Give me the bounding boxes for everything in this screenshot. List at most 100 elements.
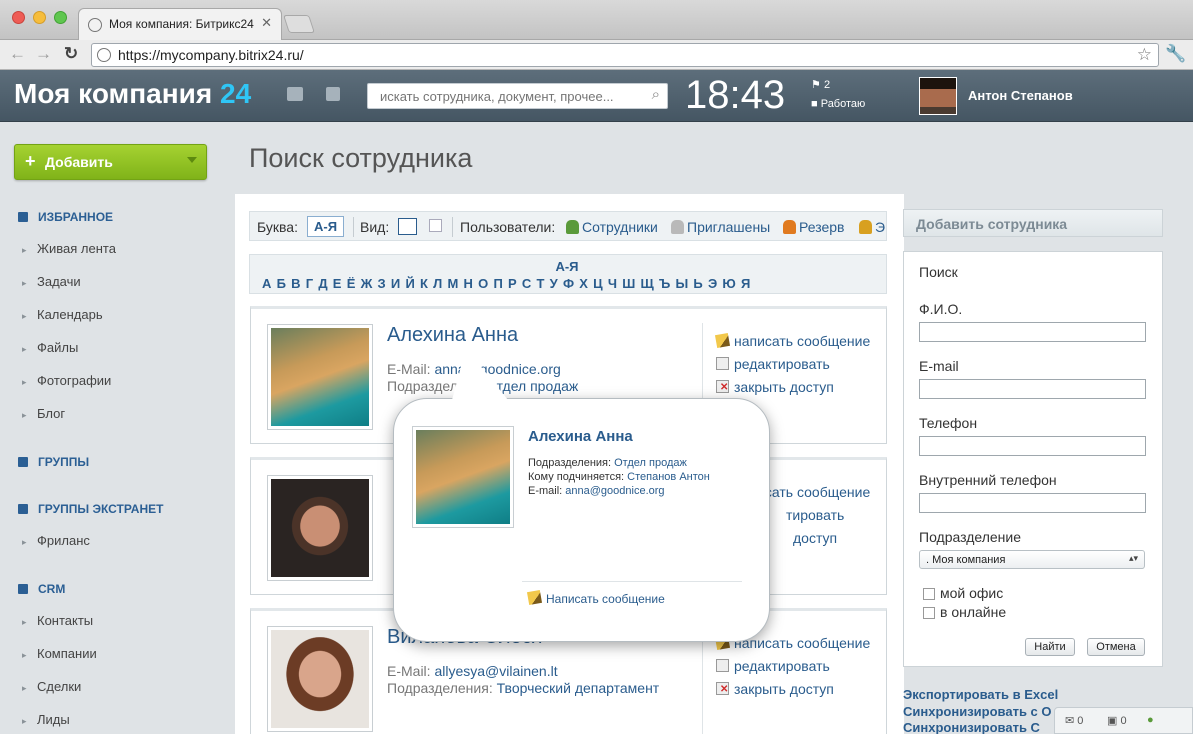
employee-photo[interactable] bbox=[267, 475, 373, 581]
filter-employees[interactable]: Сотрудники bbox=[566, 219, 658, 235]
bookmark-star-icon[interactable]: ☆ bbox=[1137, 45, 1152, 65]
alphabet-all[interactable]: А-Я bbox=[250, 259, 884, 274]
write-message-action[interactable]: написать сообщение bbox=[714, 332, 870, 349]
sync-link[interactable]: Синхронизировать С bbox=[903, 720, 1040, 734]
online-label[interactable]: в онлайне bbox=[940, 604, 1006, 620]
close-access-action[interactable]: закрыть доступ bbox=[716, 379, 834, 395]
divider bbox=[522, 581, 742, 582]
minimize-window-icon[interactable] bbox=[33, 11, 46, 24]
portal-logo[interactable]: Моя компания 24 bbox=[14, 78, 251, 110]
sidebar-item-blog[interactable]: ▸ Блог bbox=[22, 406, 65, 421]
section-crm[interactable]: CRM bbox=[18, 582, 65, 596]
zoom-window-icon[interactable] bbox=[54, 11, 67, 24]
popup-dept[interactable]: Отдел продаж bbox=[614, 457, 687, 469]
header-search: ⌕ bbox=[367, 83, 668, 109]
new-tab-button[interactable] bbox=[283, 15, 315, 33]
employee-email[interactable]: allyesya@vilainen.lt bbox=[434, 663, 557, 679]
user-name[interactable]: Антон Степанов bbox=[968, 88, 1073, 103]
edit-action[interactable]: тировать bbox=[786, 507, 844, 523]
popup-manager[interactable]: Степанов Антон bbox=[627, 471, 710, 483]
cancel-button[interactable]: Отмена bbox=[1087, 638, 1145, 656]
fio-field[interactable] bbox=[919, 322, 1146, 342]
tab-close-icon[interactable]: ✕ bbox=[261, 15, 272, 31]
section-label: ГРУППЫ ЭКСТРАНЕТ bbox=[38, 502, 164, 516]
sidebar-item-freelance[interactable]: ▸ Фриланс bbox=[22, 533, 90, 548]
close-access-action[interactable]: доступ bbox=[793, 530, 837, 546]
popup-manager-label: Кому подчиняется: bbox=[528, 471, 625, 483]
letter-filter-button[interactable]: А-Я bbox=[307, 216, 345, 237]
clock[interactable]: 18:43 bbox=[685, 73, 785, 118]
employee-photo[interactable] bbox=[267, 626, 373, 732]
my-office-label[interactable]: мой офис bbox=[940, 585, 1003, 601]
employee-dept[interactable]: Творческий департамент bbox=[497, 680, 660, 696]
employee-photo[interactable] bbox=[267, 324, 373, 430]
forward-arrow-icon[interactable]: → bbox=[35, 44, 52, 64]
popup-email[interactable]: anna@goodnice.org bbox=[565, 485, 664, 497]
sidebar-item-leads[interactable]: ▸ Лиды bbox=[22, 712, 70, 727]
sidebar-item-label: Сделки bbox=[37, 679, 82, 694]
edit-action[interactable]: редактировать bbox=[716, 356, 830, 372]
back-arrow-icon[interactable]: ← bbox=[9, 44, 26, 64]
sidebar-item-calendar[interactable]: ▸ Календарь bbox=[22, 307, 103, 322]
email-field[interactable] bbox=[919, 379, 1146, 399]
work-status-label: Работаю bbox=[820, 98, 866, 110]
user-icon bbox=[783, 220, 796, 234]
close-access-action[interactable]: закрыть доступ bbox=[716, 681, 834, 697]
filter-invited[interactable]: Приглашены bbox=[671, 219, 770, 235]
sidebar-item-files[interactable]: ▸ Файлы bbox=[22, 340, 78, 355]
add-employee-button[interactable]: Добавить сотрудника bbox=[903, 209, 1163, 237]
info-icon[interactable] bbox=[326, 87, 340, 101]
section-favorites[interactable]: ИЗБРАННОЕ bbox=[18, 210, 113, 224]
sidebar-item-deals[interactable]: ▸ Сделки bbox=[22, 679, 81, 694]
tasks-counter[interactable]: ⚑ 2 bbox=[811, 78, 830, 91]
user-avatar[interactable] bbox=[919, 77, 957, 115]
employee-name[interactable]: Алехина Анна bbox=[387, 324, 518, 347]
online-checkbox[interactable] bbox=[923, 607, 935, 619]
popup-write-message[interactable]: Написать сообщение bbox=[526, 589, 665, 606]
sidebar-item-tasks[interactable]: ▸ Задачи bbox=[22, 274, 81, 289]
add-button[interactable]: + Добавить bbox=[14, 144, 207, 180]
filter-link-label: Резерв bbox=[799, 219, 845, 235]
section-groups[interactable]: ГРУППЫ bbox=[18, 455, 89, 469]
filter-extranet[interactable]: Э bbox=[859, 219, 885, 235]
popup-name[interactable]: Алехина Анна bbox=[528, 428, 633, 445]
search-icon[interactable]: ⌕ bbox=[652, 86, 660, 103]
chat-counter[interactable]: ▣ 0 bbox=[1107, 714, 1127, 727]
sidebar-item-live-feed[interactable]: ▸ Живая лента bbox=[22, 241, 116, 256]
reload-icon[interactable]: ↻ bbox=[64, 44, 78, 64]
filter-reserve[interactable]: Резерв bbox=[783, 219, 844, 235]
popup-photo[interactable] bbox=[412, 426, 514, 528]
search-input[interactable] bbox=[368, 84, 638, 108]
alphabet-letters[interactable]: А Б В Г Д Е Ё Ж З И Й К Л М Н О П Р С Т … bbox=[262, 276, 750, 291]
phone-field[interactable] bbox=[919, 436, 1146, 456]
work-status[interactable]: ■ Работаю bbox=[811, 98, 865, 110]
action-label: закрыть доступ bbox=[734, 681, 834, 697]
chat-icon[interactable] bbox=[287, 87, 303, 101]
action-label: доступ bbox=[793, 530, 838, 546]
sidebar-item-contacts[interactable]: ▸ Контакты bbox=[22, 613, 93, 628]
internal-phone-field[interactable] bbox=[919, 493, 1146, 513]
url-text[interactable]: https://mycompany.bitrix24.ru/ bbox=[118, 47, 304, 63]
employee-dept[interactable]: тдел продаж bbox=[497, 378, 579, 394]
close-window-icon[interactable] bbox=[12, 11, 25, 24]
browser-tab[interactable]: Моя компания: Битрикс24 ✕ bbox=[78, 8, 282, 40]
export-excel-link[interactable]: Экспортировать в Excel bbox=[903, 687, 1058, 702]
section-extranet[interactable]: ГРУППЫ ЭКСТРАНЕТ bbox=[18, 502, 163, 516]
grid-view-icon[interactable] bbox=[429, 219, 442, 232]
edit-action[interactable]: редактировать bbox=[716, 658, 830, 674]
logo-number: 24 bbox=[220, 78, 252, 109]
sidebar-item-companies[interactable]: ▸ Компании bbox=[22, 646, 97, 661]
department-select[interactable]: . Моя компания ▴▾ bbox=[919, 550, 1145, 569]
list-view-icon[interactable] bbox=[398, 218, 417, 235]
bullet-icon: ▸ bbox=[22, 537, 27, 547]
wrench-icon[interactable]: 🔧 bbox=[1165, 44, 1186, 64]
action-label: редактировать bbox=[734, 356, 830, 372]
sync-outlook-link[interactable]: Синхронизировать с О bbox=[903, 704, 1052, 719]
mail-counter[interactable]: ✉ 0 bbox=[1065, 714, 1083, 727]
chevron-down-icon[interactable] bbox=[187, 157, 197, 163]
url-field[interactable]: https://mycompany.bitrix24.ru/ ☆ bbox=[91, 43, 1159, 67]
my-office-checkbox[interactable] bbox=[923, 588, 935, 600]
find-button[interactable]: Найти bbox=[1025, 638, 1075, 656]
user-status-icon[interactable]: ● bbox=[1147, 714, 1154, 726]
sidebar-item-photos[interactable]: ▸ Фотографии bbox=[22, 373, 111, 388]
